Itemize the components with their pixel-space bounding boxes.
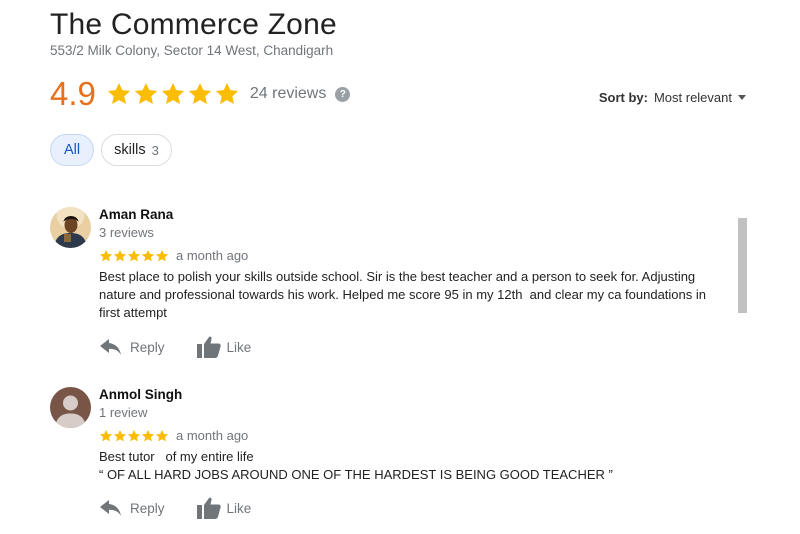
- like-button[interactable]: Like: [196, 497, 252, 519]
- review-item: Aman Rana 3 reviews a month ago Best pla…: [50, 207, 740, 367]
- star-icon: [127, 249, 141, 261]
- star-icon: [215, 82, 239, 104]
- sort-value: Most relevant: [653, 90, 732, 105]
- sort-label: Sort by:: [598, 90, 648, 105]
- star-icon: [113, 429, 127, 441]
- thumbs-up-icon: [196, 497, 221, 519]
- star-icon: [99, 429, 113, 441]
- rating-stars: [106, 81, 240, 107]
- review-date: a month ago: [176, 248, 249, 263]
- like-button[interactable]: Like: [196, 336, 252, 358]
- review-count: 24 reviews: [249, 85, 327, 102]
- star-icon: [188, 82, 212, 104]
- sort-dropdown[interactable]: Sort by: Most relevant: [599, 90, 746, 105]
- review-item: Anmol Singh 1 review a month ago Best tu…: [50, 387, 740, 527]
- review-text: Best tutor of my entire life “ OF ALL HA…: [99, 449, 613, 482]
- filter-chip-all[interactable]: All: [50, 134, 94, 166]
- business-address: 553/2 Milk Colony, Sector 14 West, Chand…: [50, 43, 334, 58]
- review-stars: [99, 429, 169, 443]
- rating-summary: 4.9 24 reviews ?: [50, 72, 351, 116]
- reviewer-review-count: 1 review: [99, 405, 148, 420]
- star-icon: [107, 82, 131, 104]
- star-icon: [99, 249, 113, 261]
- review-text: Best place to polish your skills outside…: [99, 269, 710, 320]
- star-icon: [127, 429, 141, 441]
- star-icon: [155, 249, 169, 261]
- reply-icon: [100, 339, 121, 355]
- avatar[interactable]: [50, 387, 91, 428]
- filter-chip-count: 3: [151, 142, 159, 158]
- review-actions: Reply Like: [100, 497, 251, 519]
- reviewer-name[interactable]: Aman Rana: [99, 207, 173, 222]
- star-icon: [141, 249, 155, 261]
- reviewer-review-count: 3 reviews: [99, 225, 154, 240]
- average-rating: 4.9: [50, 75, 96, 112]
- review-stars: [99, 249, 169, 263]
- star-icon: [113, 249, 127, 261]
- reply-button[interactable]: Reply: [100, 339, 165, 355]
- filter-chip-label: skills: [114, 142, 146, 158]
- star-icon: [161, 82, 185, 104]
- review-rating: a month ago: [99, 428, 248, 443]
- reviewer-name[interactable]: Anmol Singh: [99, 387, 182, 402]
- review-actions: Reply Like: [100, 336, 251, 358]
- reply-icon: [100, 500, 121, 516]
- reply-button[interactable]: Reply: [100, 500, 165, 516]
- star-icon: [141, 429, 155, 441]
- reply-label: Reply: [130, 339, 165, 355]
- filter-chip-skills[interactable]: skills 3: [101, 134, 172, 166]
- review-date: a month ago: [176, 428, 249, 443]
- avatar[interactable]: [50, 207, 91, 248]
- help-icon[interactable]: ?: [335, 86, 351, 102]
- reply-label: Reply: [130, 500, 165, 516]
- business-name: The Commerce Zone: [50, 8, 337, 41]
- scrollbar-thumb[interactable]: [738, 218, 747, 313]
- star-icon: [134, 82, 158, 104]
- chevron-down-icon: [738, 95, 746, 100]
- filter-chip-label: All: [63, 142, 81, 158]
- review-rating: a month ago: [99, 248, 248, 263]
- star-icon: [155, 429, 169, 441]
- like-label: Like: [226, 339, 252, 355]
- thumbs-up-icon: [196, 336, 221, 358]
- like-label: Like: [226, 500, 252, 516]
